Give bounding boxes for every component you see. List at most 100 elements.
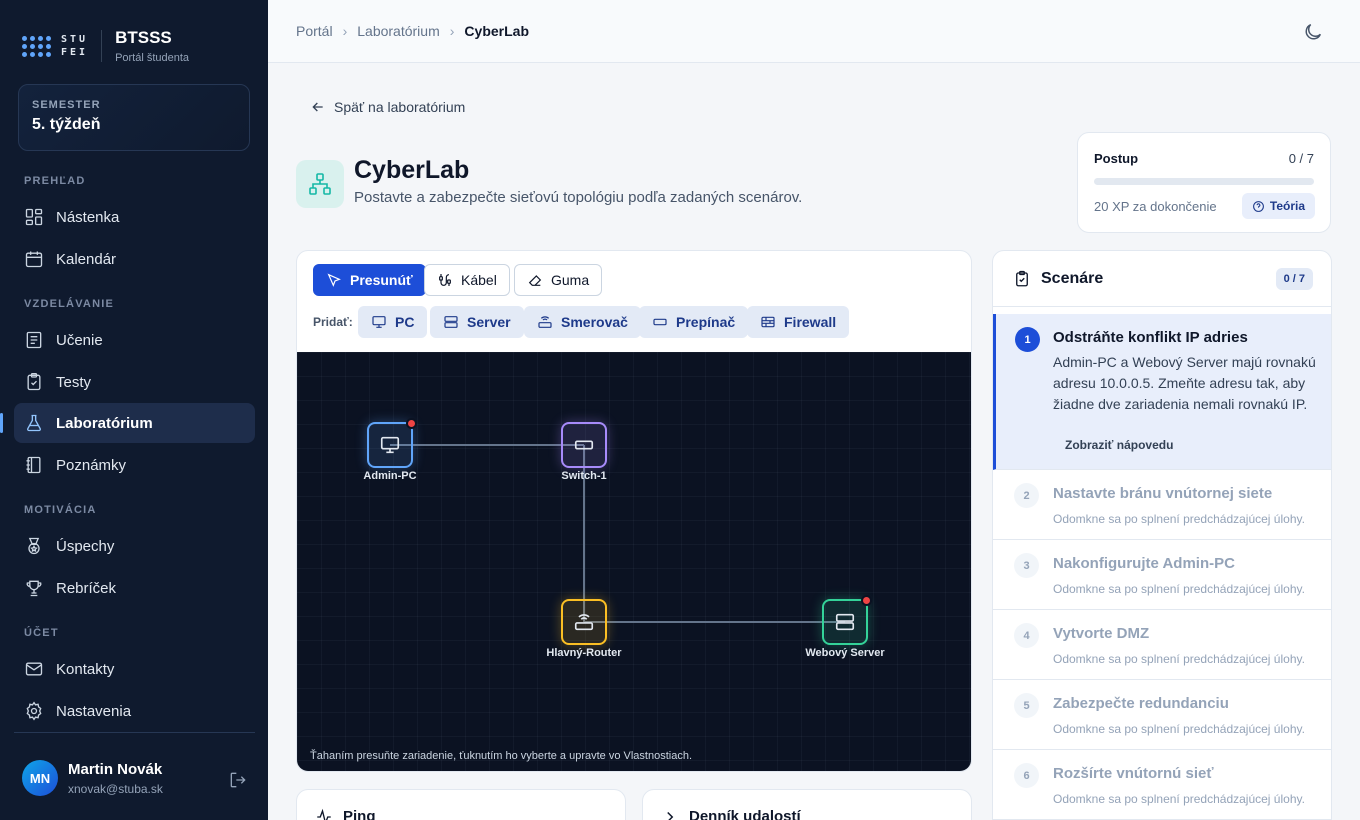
notebook-icon [26,456,41,474]
theory-button[interactable]: Teória [1241,193,1315,219]
device-node-srv[interactable] [822,595,872,645]
sidebar-item-achievements[interactable]: Úspechy [14,526,255,566]
nav-section-education: VZDELÁVANIE [24,298,115,310]
page-subtitle: Postavte a zabezpečte sieťovú topológiu … [354,189,803,206]
sidebar-item-settings[interactable]: Nastavenia [14,691,255,731]
ping-panel-title: Ping [343,808,376,820]
add-router-button[interactable]: Smerovač [524,306,641,338]
task-description: Admin-PC a Webový Server majú rovnakú ad… [1053,354,1316,412]
sidebar-item-dashboard[interactable]: Nástenka [14,197,255,237]
sidebar-item-label: Kalendár [56,250,117,268]
calendar-icon [25,251,43,268]
add-firewall-button[interactable]: Firewall [747,306,850,338]
user-name: Martin Novák [68,760,163,778]
task-title: Nastavte bránu vnútornej siete [1053,485,1273,502]
monitor-icon [380,436,400,454]
switch-icon [574,440,594,450]
add-pc-button[interactable]: PC [358,306,428,338]
task-locked-text: Odomkne sa po splnení predchádzajúcej úl… [1053,722,1305,736]
add-server-button[interactable]: Server [430,306,524,338]
sidebar-item-learning[interactable]: Učenie [14,320,255,360]
device-label: Admin-PC [363,470,417,482]
monitor-icon [372,316,386,328]
sidebar-item-contacts[interactable]: Kontakty [14,649,255,689]
task-locked-text: Odomkne sa po splnení predchádzajúcej úl… [1053,512,1305,526]
back-link[interactable]: Späť na laboratórium [310,99,465,115]
server-icon [444,316,458,328]
sidebar-item-label: Poznámky [56,456,127,474]
semester-value: 5. týždeň [32,116,101,133]
scenario-task-2[interactable]: 2 Nastavte bránu vnútornej siete Odomkne… [993,470,1331,540]
scenario-task-3[interactable]: 3 Nakonfigurujte Admin-PC Odomkne sa po … [993,540,1331,610]
sidebar-item-tests[interactable]: Testy [14,362,255,402]
cursor-icon [327,273,341,287]
semester-label: SEMESTER [32,99,101,111]
sidebar: STU FEI BTSSS Portál študenta SEMESTER 5… [0,0,268,820]
device-node-sw[interactable] [561,422,607,468]
sidebar-item-label: Úspechy [56,537,115,555]
progress-card: Postup 0 / 7 20 XP za dokončenie Teória [1077,132,1331,233]
scenario-task-6[interactable]: 6 Rozšírte vnútornú sieť Odomkne sa po s… [993,750,1331,820]
sidebar-divider [14,732,255,733]
scenario-task-4[interactable]: 4 Vytvorte DMZ Odomkne sa po splnení pre… [993,610,1331,680]
sidebar-item-label: Nastavenia [56,702,132,720]
task-number: 4 [1014,623,1039,648]
show-hint-button[interactable]: Zobraziť nápovedu [1065,438,1173,452]
alert-indicator [861,595,872,606]
logout-icon[interactable] [228,770,248,790]
add-switch-button[interactable]: Prepínač [639,306,749,338]
sidebar-item-label: Laboratórium [56,414,153,432]
sidebar-item-laboratory[interactable]: Laboratórium [0,403,255,443]
topology-editor: Presunúť Kábel Guma Pridať: PC Server Sm… [296,250,972,772]
task-number: 3 [1014,553,1039,578]
breadcrumb: Portál › Laboratórium › CyberLab [268,0,1360,63]
scenarios-panel: Scenáre 0 / 7 1 Odstráňte konflikt IP ad… [992,250,1332,820]
tool-move-button[interactable]: Presunúť [313,264,426,296]
device-node-pc[interactable] [367,418,417,468]
tool-eraser-button[interactable]: Guma [514,264,603,296]
tool-cable-button[interactable]: Kábel [424,264,510,296]
sidebar-item-label: Rebríček [56,579,117,597]
semester-card: SEMESTER 5. týždeň [18,84,250,151]
breadcrumb-laboratory[interactable]: Laboratórium [357,23,440,39]
breadcrumb-portal[interactable]: Portál [296,23,333,39]
scenario-task-5[interactable]: 5 Zabezpečte redundanciu Odomkne sa po s… [993,680,1331,750]
sidebar-item-calendar[interactable]: Kalendár [14,239,255,279]
sidebar-item-leaderboard[interactable]: Rebríček [14,568,255,608]
router-icon [538,316,552,328]
sidebar-item-notes[interactable]: Poznámky [14,445,255,485]
topology-canvas[interactable]: Ťahaním presuňte zariadenie, ťuknutím ho… [297,352,971,771]
event-log-panel[interactable]: Denník udalostí [642,789,972,820]
nav-section-account: ÚČET [24,627,59,639]
logo[interactable]: STU FEI BTSSS Portál študenta [22,28,189,64]
add-button-label: Server [467,314,511,330]
book-icon [26,331,42,349]
sidebar-item-label: Testy [56,373,92,391]
server-icon [835,613,855,631]
sidebar-item-label: Nástenka [56,208,120,226]
device-node-rt[interactable] [561,599,607,645]
tool-label: Guma [551,272,590,288]
moon-icon[interactable] [1302,21,1324,43]
task-number: 1 [1015,327,1040,352]
flask-icon [27,414,41,432]
user-profile[interactable]: MN Martin Novák xnovak@stuba.sk [22,760,163,796]
arrow-left-icon [312,102,323,112]
progress-label: Postup [1094,151,1139,166]
stu-logo-icon [22,35,51,57]
brand-title: BTSSS [115,28,172,47]
logo-divider [101,30,103,62]
trophy-icon [26,580,42,597]
ping-panel[interactable]: Ping [296,789,626,820]
tool-label: Kábel [461,272,497,288]
task-number: 2 [1014,483,1039,508]
nav-section-motivation: MOTIVÁCIA [24,504,97,516]
activity-icon [317,808,331,820]
scenario-task-1[interactable]: 1 Odstráňte konflikt IP adries Admin-PC … [993,314,1331,470]
back-link-label: Späť na laboratórium [334,99,466,115]
mail-icon [25,662,43,676]
task-title: Odstráňte konflikt IP adries [1053,329,1248,346]
alert-indicator [406,418,417,429]
user-email: xnovak@stuba.sk [68,781,163,796]
cable-icon [439,274,451,286]
